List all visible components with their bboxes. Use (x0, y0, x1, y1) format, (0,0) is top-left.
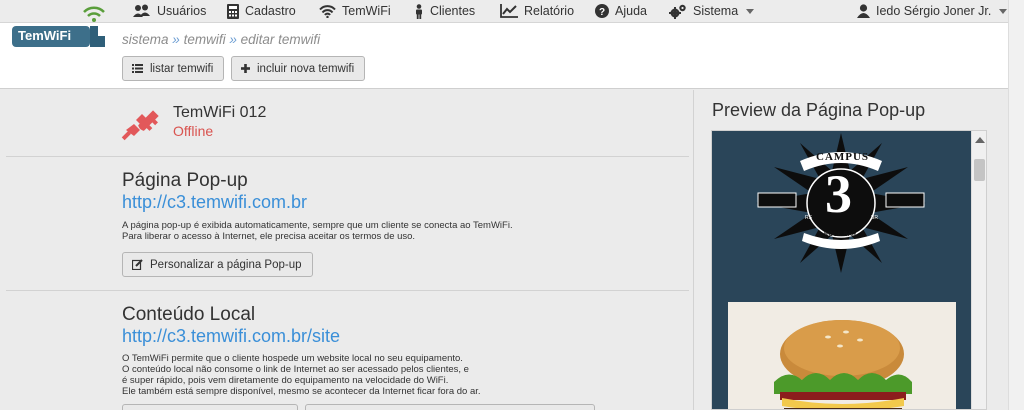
logo-campus-text: CAMPUS (816, 151, 870, 163)
left-column: TemWiFi 012 Offline Página Pop-up http:/… (0, 90, 694, 410)
list-icon (132, 64, 143, 73)
edit-icon (132, 259, 143, 270)
nav-clientes-label: Clientes (430, 4, 476, 18)
wifi-icon (319, 4, 336, 18)
calculator-icon (227, 3, 239, 19)
section-divider (6, 290, 689, 291)
plus-icon (241, 64, 250, 73)
window-scrollbar[interactable] (1008, 0, 1024, 410)
nav-temwifi[interactable]: TemWiFi (319, 0, 391, 22)
nav-relatorio[interactable]: Relatório (500, 0, 574, 22)
popup-desc-line: A página pop-up é exibida automaticament… (122, 220, 513, 231)
popup-url-link[interactable]: http://c3.temwifi.com.br (122, 192, 307, 213)
user-menu[interactable]: Iedo Sérgio Joner Jr. (857, 0, 1008, 22)
nav-ajuda-label: Ajuda (615, 4, 647, 18)
add-temwifi-label: incluir nova temwifi (257, 62, 355, 75)
list-temwifi-label: listar temwifi (150, 62, 214, 75)
nav-sistema[interactable]: Sistema (669, 0, 755, 22)
breadcrumb: sistema » temwifi » editar temwifi (122, 32, 320, 47)
local-url-link[interactable]: http://c3.temwifi.com.br/site (122, 326, 340, 347)
gears-icon (669, 4, 687, 19)
preview-scrollbar[interactable] (971, 131, 986, 409)
logo-text: TemWiFi (18, 28, 72, 43)
popup-preview-frame[interactable]: CAMPUS 3 ROCK BAR SINCE 2009 RS BR (711, 130, 987, 410)
device-status: Offline (173, 123, 214, 139)
nav-cadastro[interactable]: Cadastro (227, 0, 296, 22)
chart-icon (500, 4, 518, 18)
temwifi-logo[interactable] (10, 2, 110, 52)
chevron-down-icon (999, 8, 1008, 14)
preview-page: CAMPUS 3 ROCK BAR SINCE 2009 RS BR (712, 131, 971, 409)
nav-ajuda[interactable]: ? Ajuda (595, 0, 647, 22)
logo-right-text: BR (871, 215, 878, 221)
nav-temwifi-label: TemWiFi (342, 4, 391, 18)
logo-number: 3 (825, 164, 852, 224)
local-section-title: Conteúdo Local (122, 304, 256, 325)
offline-plug-icon (120, 100, 162, 151)
preview-scroll-thumb[interactable] (974, 159, 985, 181)
nav-clientes[interactable]: Clientes (414, 0, 475, 22)
customize-popup-label: Personalizar a página Pop-up (150, 258, 302, 271)
popup-section-title: Página Pop-up (122, 170, 248, 191)
local-desc-line: O conteúdo local não consome o link de I… (122, 364, 469, 375)
nav-cadastro-label: Cadastro (245, 4, 296, 18)
chevron-down-icon (746, 8, 755, 14)
user-icon (857, 4, 870, 18)
breadcrumb-separator: » (172, 32, 180, 47)
top-navbar: Usuários Cadastro TemWiFi Clientes Relat… (0, 0, 1024, 23)
local-description: O TemWiFi permite que o cliente hospede … (122, 353, 582, 397)
nav-usuarios-label: Usuários (157, 4, 207, 18)
logo-left-text: RS (805, 215, 812, 221)
users-icon (133, 4, 151, 18)
popup-desc-line: Para liberar o acesso à Internet, ele pr… (122, 231, 416, 242)
person-icon (414, 3, 424, 19)
local-action-button-1[interactable] (122, 404, 298, 410)
burger-image (728, 302, 956, 409)
breadcrumb-separator: » (229, 32, 237, 47)
local-desc-line: Ele também está sempre disponível, mesmo… (122, 386, 481, 397)
preview-title: Preview da Página Pop-up (712, 100, 926, 120)
nav-relatorio-label: Relatório (524, 4, 575, 18)
nav-usuarios[interactable]: Usuários (133, 0, 206, 22)
local-desc-line: é super rápido, pois vem diretamente do … (122, 375, 449, 386)
breadcrumb-editar-temwifi: editar temwifi (240, 32, 321, 47)
list-temwifi-button[interactable]: listar temwifi (122, 56, 225, 81)
breadcrumb-sistema[interactable]: sistema (122, 32, 169, 47)
logo-since-text: SINCE 2009 (826, 241, 849, 246)
breadcrumb-temwifi[interactable]: temwifi (184, 32, 226, 47)
local-desc-line: O TemWiFi permite que o cliente hospede … (122, 353, 463, 364)
add-temwifi-button[interactable]: incluir nova temwifi (231, 56, 366, 81)
help-icon: ? (595, 4, 609, 18)
svg-text:?: ? (599, 7, 605, 18)
nav-sistema-label: Sistema (693, 4, 739, 18)
local-action-button-2[interactable] (305, 404, 595, 410)
section-divider (6, 156, 689, 157)
scroll-up-arrow[interactable] (975, 137, 985, 143)
popup-description: A página pop-up é exibida automaticament… (122, 220, 582, 242)
page-header: sistema » temwifi » editar temwifi lista… (0, 23, 1008, 89)
logo-rockbar-text: ROCK BAR (824, 232, 857, 238)
user-name: Iedo Sérgio Joner Jr. (876, 4, 992, 18)
device-name: TemWiFi 012 (173, 104, 267, 121)
main-content: TemWiFi 012 Offline Página Pop-up http:/… (0, 90, 1008, 410)
customize-popup-button[interactable]: Personalizar a página Pop-up (122, 252, 313, 277)
